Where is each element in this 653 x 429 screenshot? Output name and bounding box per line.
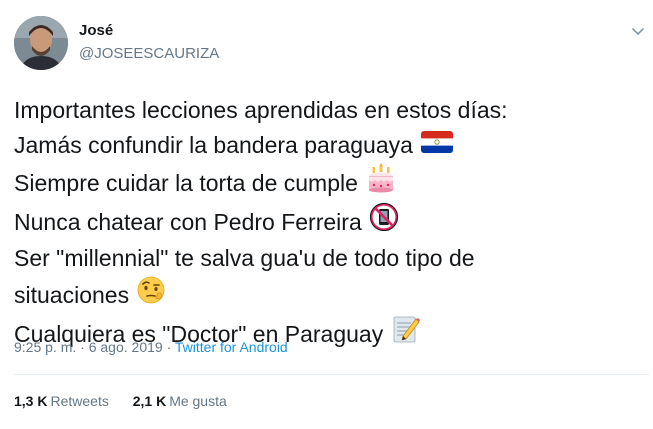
no-mobile-phones-icon xyxy=(369,202,398,241)
meta-separator: · xyxy=(162,339,175,355)
tweet-line: Importantes lecciones aprendidas en esto… xyxy=(14,93,634,128)
tweet-date[interactable]: 6 ago. 2019 xyxy=(89,339,163,355)
retweets-stat[interactable]: 1,3 K Retweets xyxy=(14,393,109,409)
tweet-card: José @JOSEESCAURIZA Importantes leccione… xyxy=(0,0,653,429)
tweet-line-text: Nunca chatear con Pedro Ferreira xyxy=(14,208,362,235)
tweet-line-text: Ser "millennial" te salva gua'u de todo … xyxy=(14,245,475,271)
tweet-text: Importantes lecciones aprendidas en esto… xyxy=(14,93,634,354)
likes-stat[interactable]: 2,1 K Me gusta xyxy=(133,393,227,409)
source-link[interactable]: Twitter for Android xyxy=(175,339,288,355)
tweet-line-text: Jamás confundir la bandera paraguaya xyxy=(14,132,413,158)
author-name[interactable]: José xyxy=(79,22,113,39)
likes-count: 2,1 K xyxy=(132,393,167,409)
tweet-line: Siempre cuidar la torta de cumple xyxy=(14,163,634,203)
tweet-line: Nunca chatear con Pedro Ferreira xyxy=(14,202,634,241)
memo-icon xyxy=(391,314,421,354)
retweets-count: 1,3 K xyxy=(14,393,48,409)
tweet-line-text: situaciones xyxy=(14,281,130,308)
tweet-line-text: Importantes lecciones aprendidas en esto… xyxy=(14,97,508,123)
avatar[interactable] xyxy=(14,16,68,70)
likes-label: Me gusta xyxy=(169,393,227,409)
paraguay-flag-icon xyxy=(420,128,454,163)
tweet-meta: 9:25 p. m. · 6 ago. 2019 · Twitter for A… xyxy=(14,339,288,355)
tweet-time[interactable]: 9:25 p. m. xyxy=(14,339,76,355)
face-with-raised-eyebrow-icon xyxy=(137,276,165,314)
tweet-stats: 1,3 K Retweets 2,1 K Me gusta xyxy=(14,393,247,409)
chevron-down-icon[interactable] xyxy=(631,24,645,38)
meta-separator: · xyxy=(76,339,89,355)
tweet-line: situaciones xyxy=(14,276,634,314)
author-handle[interactable]: @JOSEESCAURIZA xyxy=(79,45,219,62)
tweet-line: Jamás confundir la bandera paraguaya xyxy=(14,128,634,163)
tweet-line-text: Siempre cuidar la torta de cumple xyxy=(14,169,358,196)
divider xyxy=(14,374,649,375)
tweet-line: Ser "millennial" te salva gua'u de todo … xyxy=(14,241,634,276)
birthday-cake-icon xyxy=(366,163,396,203)
retweets-label: Retweets xyxy=(50,393,109,409)
